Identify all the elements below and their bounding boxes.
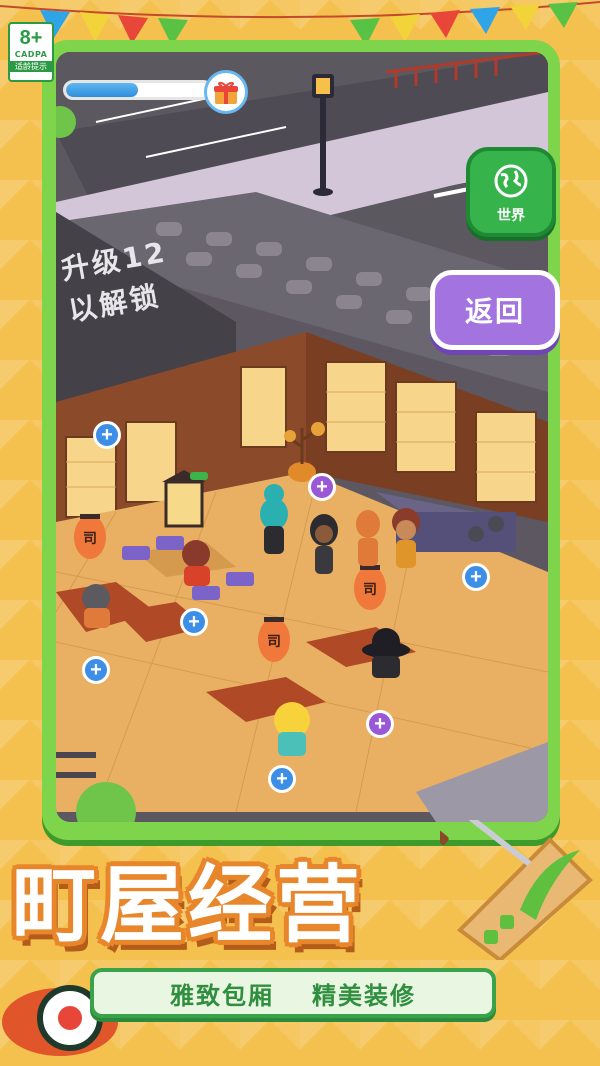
feature-banner: 雅致包厢 精美装修: [90, 968, 496, 1018]
customer-blonde: [274, 702, 310, 756]
progress-fill: [66, 83, 138, 97]
feature-left: 雅致包厢: [170, 981, 274, 1010]
rating-org: CADPA: [14, 50, 48, 59]
rating-tip: 适龄提示: [10, 61, 52, 72]
age-rating-badge: 8+ CADPA 适龄提示: [8, 22, 54, 82]
gift-button[interactable]: [204, 70, 248, 114]
game-title: 町屋经营: [12, 856, 365, 954]
progress-bar: [63, 80, 213, 100]
customer-curly: [182, 540, 210, 586]
back-button[interactable]: 返回: [430, 270, 560, 350]
cutting-board-decoration: [440, 820, 593, 960]
feature-right: 精美装修: [312, 981, 416, 1010]
world-button[interactable]: 世界: [466, 147, 556, 237]
add-slot-button-6[interactable]: +: [366, 710, 394, 738]
age-rating: 8+: [19, 27, 43, 49]
globe-icon: [470, 163, 552, 203]
lantern-2-label: 司: [363, 582, 377, 598]
add-slot-button-7[interactable]: +: [268, 765, 296, 793]
lantern-1-label: 司: [83, 531, 97, 547]
customer-gray: [82, 584, 110, 628]
customer-teal: [260, 484, 288, 554]
add-slot-button-1[interactable]: +: [93, 421, 121, 449]
add-slot-button-5[interactable]: +: [82, 656, 110, 684]
add-slot-button-4[interactable]: +: [180, 608, 208, 636]
world-button-label: 世界: [497, 208, 525, 224]
add-slot-button-3[interactable]: +: [462, 563, 490, 591]
lantern-3-label: 司: [267, 634, 281, 650]
add-slot-button-2[interactable]: +: [308, 473, 336, 501]
gift-icon: [214, 81, 238, 104]
